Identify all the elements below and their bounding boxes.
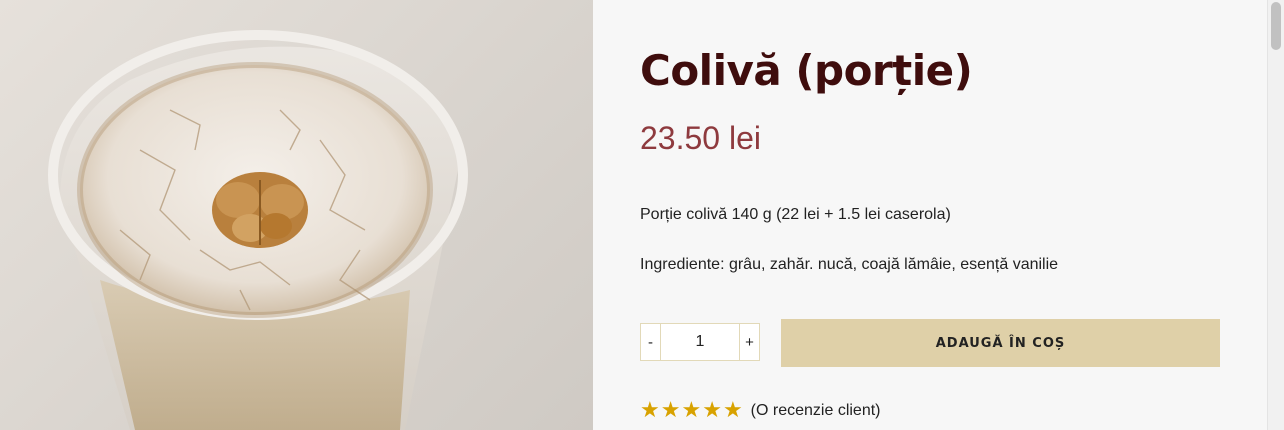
add-to-cart-button[interactable]: ADAUGĂ ÎN COȘ <box>781 319 1220 367</box>
quantity-increase-button[interactable]: + <box>739 324 759 360</box>
koliva-photo <box>48 30 468 430</box>
star-icon: ★ <box>660 398 681 423</box>
product-ingredients: Ingrediente: grâu, zahăr. nucă, coajă lă… <box>640 256 1059 273</box>
reviews-link[interactable]: (O recenzie client) <box>751 402 881 420</box>
star-icon: ★ <box>702 398 722 423</box>
quantity-stepper: - + <box>640 323 760 361</box>
product-price: 23.50 lei <box>640 120 761 156</box>
scrollbar-thumb[interactable] <box>1271 2 1281 50</box>
product-summary: Colivă (porție) 23.50 lei Porție colivă … <box>593 0 1267 430</box>
product-rating: ★ ★ ★ ★ ★ (O recenzie client) <box>640 400 881 422</box>
quantity-input[interactable] <box>661 324 739 360</box>
page-scrollbar[interactable] <box>1267 0 1284 430</box>
product-title: Colivă (porție) <box>640 46 973 95</box>
product-image[interactable] <box>0 0 593 430</box>
quantity-decrease-button[interactable]: - <box>641 324 661 360</box>
star-icon: ★ <box>640 398 660 423</box>
star-icon: ★ <box>722 398 743 423</box>
star-icon: ★ <box>681 398 702 423</box>
star-rating: ★ ★ ★ ★ ★ <box>640 400 743 422</box>
product-description: Porție colivă 140 g (22 lei + 1.5 lei ca… <box>640 206 951 223</box>
